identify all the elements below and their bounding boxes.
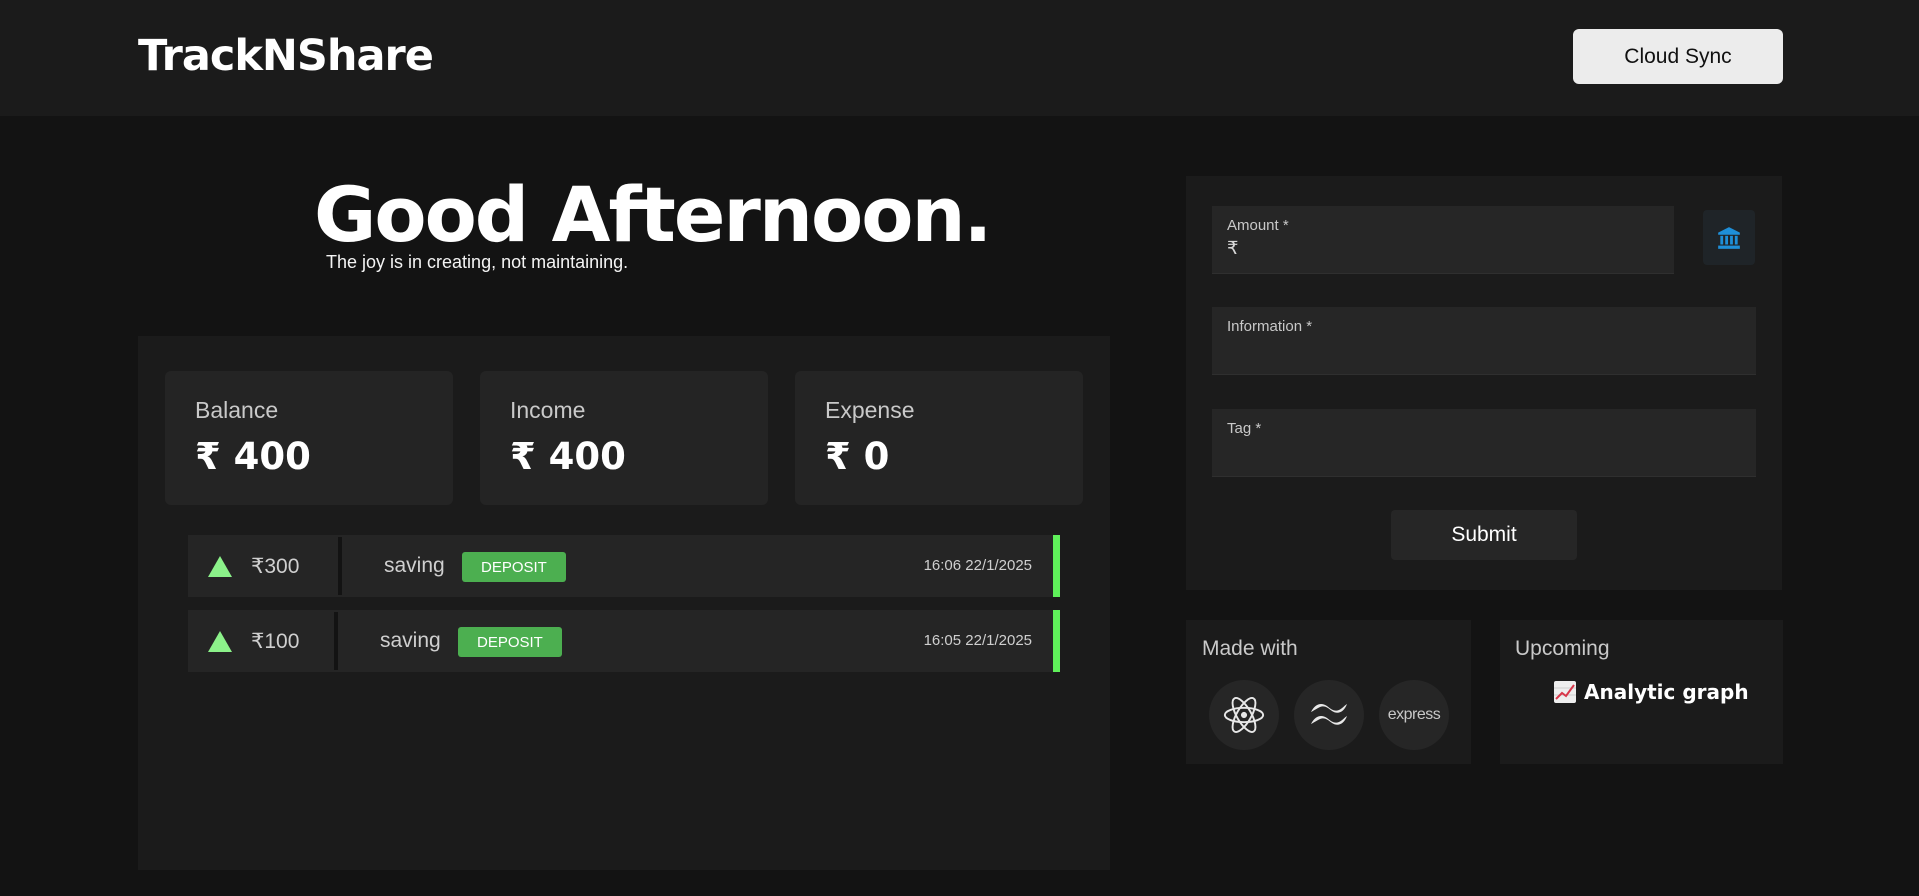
deposit-badge: DEPOSIT	[462, 552, 566, 582]
upcoming-panel: Upcoming Analytic graph	[1500, 620, 1783, 764]
react-icon	[1223, 697, 1265, 733]
chart-increasing-icon	[1554, 681, 1576, 703]
row-divider	[334, 612, 338, 670]
deposit-indicator-bar	[1053, 535, 1060, 597]
top-bar: TrackNShare Cloud Sync	[0, 0, 1919, 116]
rupee-prefix: ₹	[1227, 238, 1239, 258]
income-card: Income ₹ 400	[480, 371, 768, 505]
made-with-panel: Made with express	[1186, 620, 1471, 764]
expense-value: ₹ 0	[825, 435, 890, 478]
tag-field[interactable]: Tag *	[1212, 409, 1756, 477]
transaction-row[interactable]: ₹300 saving DEPOSIT 16:06 22/1/2025	[188, 535, 1060, 597]
deposit-indicator-bar	[1053, 610, 1060, 672]
dashboard-panel: Balance ₹ 400 Income ₹ 400 Expense ₹ 0 ₹…	[138, 336, 1110, 870]
amount-field[interactable]: Amount * ₹	[1212, 206, 1674, 274]
transaction-info: saving	[380, 629, 441, 652]
express-icon: express	[1387, 706, 1441, 723]
express-badge[interactable]: express	[1379, 680, 1449, 750]
amount-label: Amount *	[1227, 217, 1289, 234]
balance-label: Balance	[195, 397, 279, 423]
tailwind-icon	[1311, 704, 1347, 725]
react-badge[interactable]	[1209, 680, 1279, 750]
information-label: Information *	[1227, 318, 1313, 335]
transaction-amount: ₹100	[251, 630, 300, 653]
tag-label: Tag *	[1227, 420, 1262, 437]
deposit-badge: DEPOSIT	[458, 627, 562, 657]
transaction-row[interactable]: ₹100 saving DEPOSIT 16:05 22/1/2025	[188, 610, 1060, 672]
information-field[interactable]: Information *	[1212, 307, 1756, 375]
income-label: Income	[510, 397, 586, 423]
transaction-amount: ₹300	[251, 555, 300, 578]
bank-icon	[1718, 226, 1740, 249]
up-arrow-icon	[208, 631, 232, 652]
information-input[interactable]	[1227, 338, 1741, 364]
transaction-form: Amount * ₹ Information * Tag * Submit	[1186, 176, 1782, 590]
transaction-time: 16:05 22/1/2025	[923, 632, 1032, 649]
transaction-info: saving	[384, 554, 445, 577]
bank-button[interactable]	[1703, 210, 1755, 265]
income-value: ₹ 400	[510, 435, 626, 478]
greeting-heading: Good Afternoon.	[314, 170, 992, 259]
upcoming-item: Analytic graph	[1554, 680, 1749, 704]
row-divider	[338, 537, 342, 595]
expense-label: Expense	[825, 397, 915, 423]
brand-title: TrackNShare	[138, 31, 434, 81]
transaction-time: 16:06 22/1/2025	[923, 557, 1032, 574]
submit-button[interactable]: Submit	[1391, 510, 1577, 560]
tailwind-badge[interactable]	[1294, 680, 1364, 750]
upcoming-title: Upcoming	[1515, 637, 1610, 660]
cloud-sync-button[interactable]: Cloud Sync	[1573, 29, 1783, 84]
balance-card: Balance ₹ 400	[165, 371, 453, 505]
upcoming-item-label: Analytic graph	[1584, 680, 1749, 704]
tag-input[interactable]	[1227, 440, 1741, 466]
up-arrow-icon	[208, 556, 232, 577]
tagline: The joy is in creating, not maintaining.	[326, 252, 629, 272]
expense-card: Expense ₹ 0	[795, 371, 1083, 505]
balance-value: ₹ 400	[195, 435, 311, 478]
made-with-title: Made with	[1202, 637, 1298, 660]
amount-input[interactable]	[1246, 237, 1659, 263]
